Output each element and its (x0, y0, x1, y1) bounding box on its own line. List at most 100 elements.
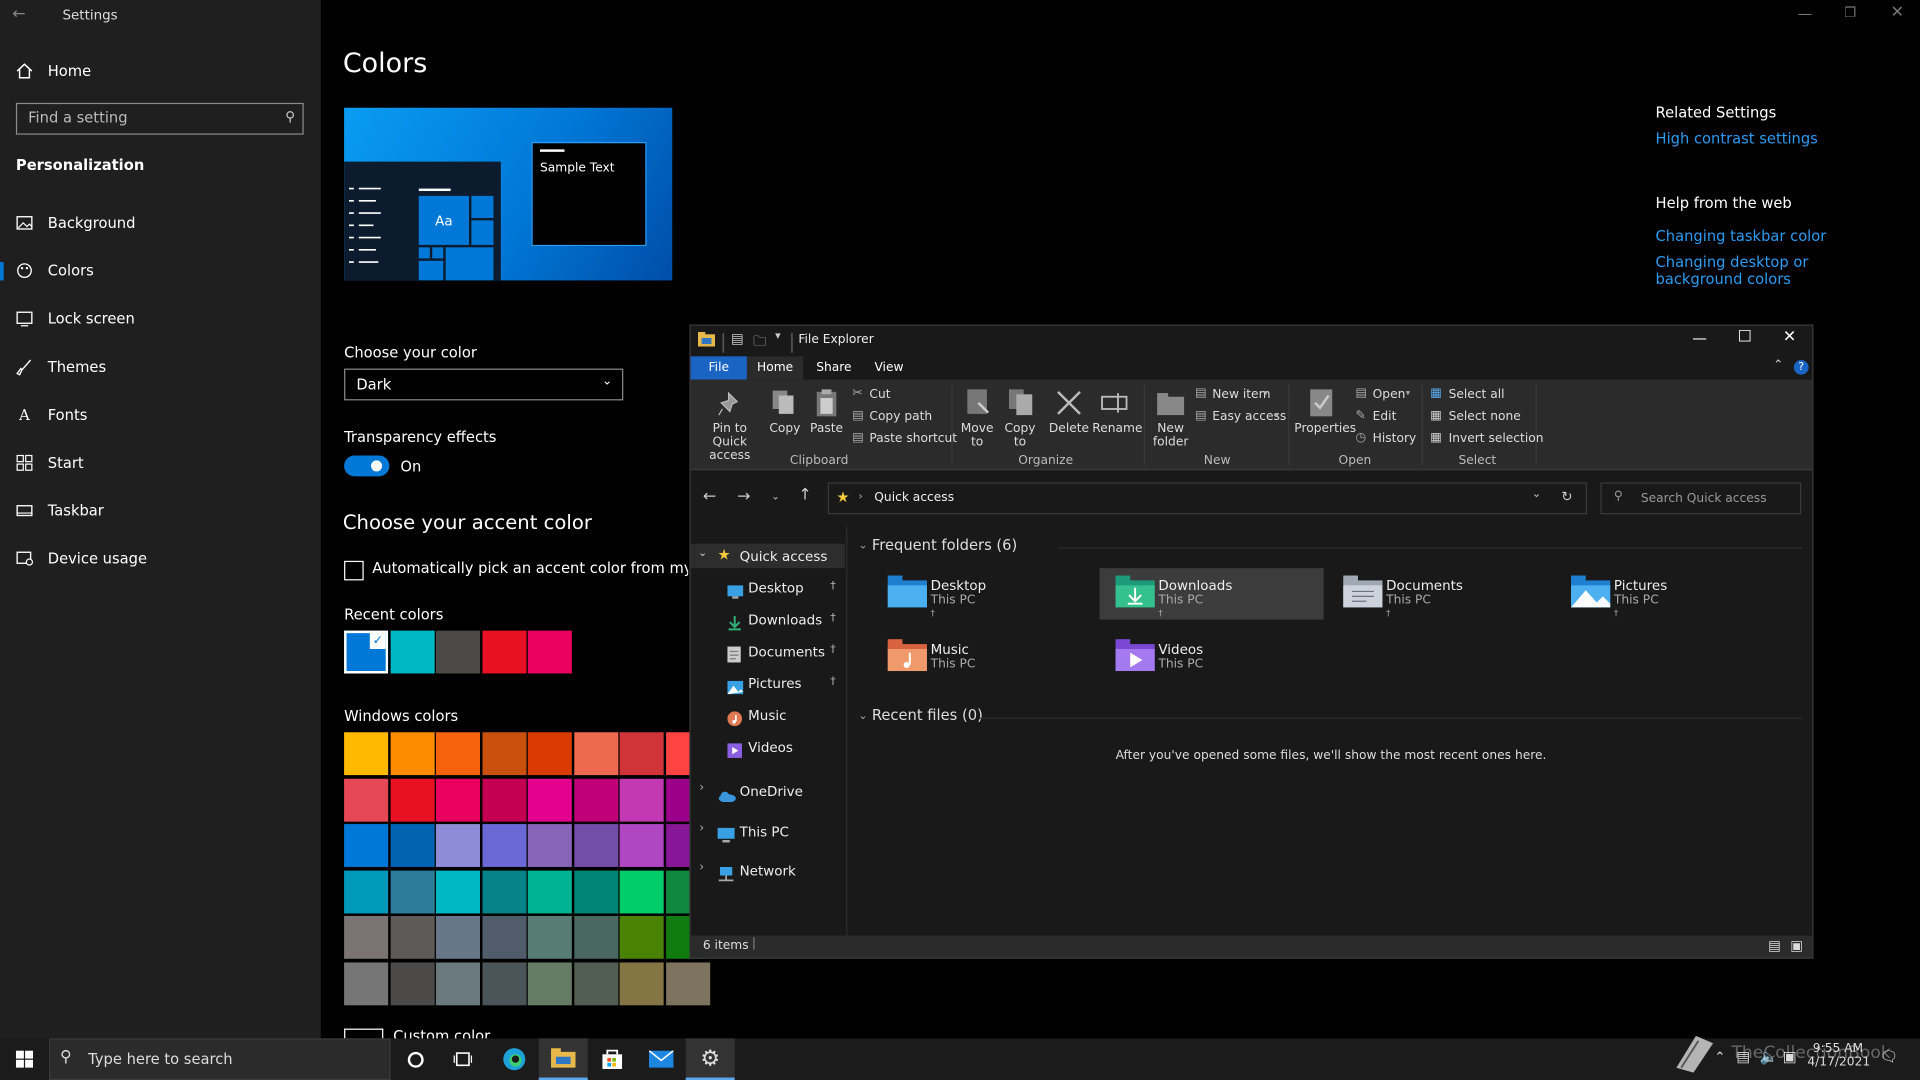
windows-color-swatch[interactable] (390, 961, 435, 1005)
windows-color-swatch[interactable] (344, 778, 389, 822)
nav-start[interactable]: Start (0, 446, 321, 480)
nav-quick-access[interactable]: ⌄ ★ Quick access (690, 543, 845, 569)
taskbar-color-link[interactable]: Changing taskbar color (1656, 228, 1827, 245)
windows-color-swatch[interactable] (619, 824, 664, 867)
windows-color-swatch[interactable] (481, 961, 526, 1005)
expand-chevron-icon[interactable]: › (699, 861, 704, 874)
windows-color-swatch[interactable] (435, 915, 481, 959)
tab-file[interactable]: File (690, 356, 747, 380)
folder-tile-desktop[interactable]: Desktop This PC † (872, 568, 1096, 619)
explorer-minimize-icon[interactable]: — (1692, 329, 1707, 346)
windows-color-swatch[interactable] (527, 915, 572, 959)
windows-color-swatch[interactable] (619, 961, 664, 1005)
windows-color-swatch[interactable] (619, 915, 664, 959)
volume-icon[interactable]: 🔈 (1760, 1048, 1778, 1065)
refresh-icon[interactable]: ↻ (1561, 489, 1572, 505)
pin-quick-access-button[interactable]: Pin to Quick access (694, 422, 765, 462)
edit-button[interactable]: Edit (1373, 410, 1397, 423)
windows-color-swatch[interactable] (619, 732, 664, 776)
windows-color-swatch[interactable] (573, 824, 618, 867)
nav-background[interactable]: Background (0, 206, 321, 240)
file-explorer-taskbar-button[interactable] (538, 1038, 588, 1080)
restore-icon[interactable]: ❐ (1844, 5, 1856, 21)
up-arrow-icon[interactable]: ↑ (798, 486, 811, 504)
minimize-icon[interactable]: — (1798, 5, 1813, 22)
windows-color-swatch[interactable] (390, 778, 435, 822)
custom-color-button[interactable] (344, 1028, 384, 1039)
windows-color-swatch[interactable] (573, 778, 618, 822)
tab-home[interactable]: Home (746, 356, 804, 380)
recent-color-swatch[interactable] (527, 630, 572, 674)
move-to-button[interactable]: Move to (958, 422, 997, 449)
collapse-group-icon[interactable]: ⌄ (858, 540, 867, 552)
pin-icon[interactable]: † (830, 644, 836, 656)
folder-tile-documents[interactable]: Documents This PC † (1327, 568, 1551, 619)
windows-color-swatch[interactable] (481, 732, 526, 776)
help-icon[interactable]: ? (1793, 360, 1809, 375)
copy-button[interactable]: Copy (767, 422, 804, 435)
new-folder-qa-icon[interactable]: 🗀 (753, 331, 766, 354)
pin-icon[interactable]: † (830, 676, 836, 688)
open-button[interactable]: Open (1373, 388, 1406, 401)
nav-home[interactable]: Home (0, 54, 321, 88)
color-mode-dropdown[interactable]: Dark ⌄ (344, 368, 624, 401)
windows-color-swatch[interactable] (527, 732, 572, 776)
nav-item-pictures[interactable]: Pictures † (691, 671, 845, 695)
collapse-group-icon[interactable]: ⌄ (858, 710, 867, 722)
windows-color-swatch[interactable] (619, 778, 664, 822)
invert-selection-button[interactable]: Invert selection (1449, 432, 1544, 445)
explorer-search-input[interactable]: ⚲ Search Quick access (1600, 482, 1802, 515)
taskbar-search-box[interactable]: ⚲ Type here to search (48, 1038, 391, 1080)
nav-item-desktop[interactable]: Desktop † (691, 576, 845, 600)
start-button[interactable] (0, 1038, 49, 1080)
notifications-icon[interactable]: 🗨 (1880, 1048, 1899, 1065)
find-setting-input[interactable]: Find a setting ⚲ (15, 102, 304, 135)
folder-tile-music[interactable]: Music This PC (872, 632, 1096, 683)
windows-color-swatch[interactable] (344, 961, 389, 1005)
recent-locations-icon[interactable]: ⌄ (771, 491, 779, 502)
windows-color-swatch[interactable] (481, 870, 526, 913)
new-folder-button[interactable]: New folder (1149, 422, 1193, 449)
nav-colors[interactable]: Colors (0, 253, 321, 287)
cut-button[interactable]: Cut (869, 388, 890, 401)
windows-color-swatch[interactable] (435, 961, 481, 1005)
windows-color-swatch[interactable] (527, 778, 572, 822)
rename-button[interactable]: Rename (1092, 422, 1142, 435)
details-view-icon[interactable]: ▤ (1768, 938, 1781, 954)
windows-color-swatch[interactable] (665, 961, 710, 1005)
folder-tile-downloads[interactable]: Downloads This PC † (1099, 568, 1324, 620)
transparency-toggle[interactable] (344, 455, 390, 477)
windows-color-swatch[interactable] (527, 870, 572, 913)
back-arrow-icon[interactable]: ← (12, 5, 25, 23)
folder-tile-videos[interactable]: Videos This PC (1100, 632, 1324, 683)
task-view-button[interactable] (438, 1038, 487, 1080)
recent-color-swatch[interactable]: ✓ (344, 630, 389, 674)
pin-icon[interactable]: † (830, 580, 836, 592)
large-icons-view-icon[interactable]: ▣ (1790, 938, 1803, 954)
cortana-button[interactable] (391, 1038, 440, 1080)
edge-button[interactable] (490, 1038, 539, 1080)
windows-color-swatch[interactable] (619, 870, 664, 913)
windows-color-swatch[interactable] (435, 732, 481, 776)
recent-color-swatch[interactable] (435, 630, 481, 674)
nav-lock-screen[interactable]: Lock screen (0, 301, 321, 335)
paste-button[interactable]: Paste (807, 422, 846, 435)
windows-color-swatch[interactable] (573, 870, 618, 913)
nav-root-network[interactable]: › Network (691, 858, 845, 882)
expand-chevron-icon[interactable]: ⌄ (698, 547, 707, 559)
collapse-ribbon-icon[interactable]: ⌃ (1773, 359, 1783, 372)
expand-chevron-icon[interactable]: › (699, 781, 704, 794)
copy-to-button[interactable]: Copy to (1000, 422, 1039, 449)
windows-color-swatch[interactable] (573, 961, 618, 1005)
windows-color-swatch[interactable] (390, 824, 435, 867)
windows-color-swatch[interactable] (390, 732, 435, 776)
windows-color-swatch[interactable] (344, 732, 389, 776)
clock[interactable]: 9:55 AM 4/17/2021 (1807, 1042, 1870, 1069)
high-contrast-link[interactable]: High contrast settings (1656, 130, 1818, 147)
select-all-button[interactable]: Select all (1449, 388, 1505, 401)
search-icon[interactable]: ⚲ (285, 109, 295, 125)
address-bar[interactable]: ★ › Quick access ⌄ ↻ (827, 482, 1587, 515)
explorer-close-icon[interactable]: ✕ (1783, 328, 1796, 346)
windows-color-swatch[interactable] (527, 961, 572, 1005)
customize-qa-icon[interactable]: ▾ (775, 331, 781, 343)
